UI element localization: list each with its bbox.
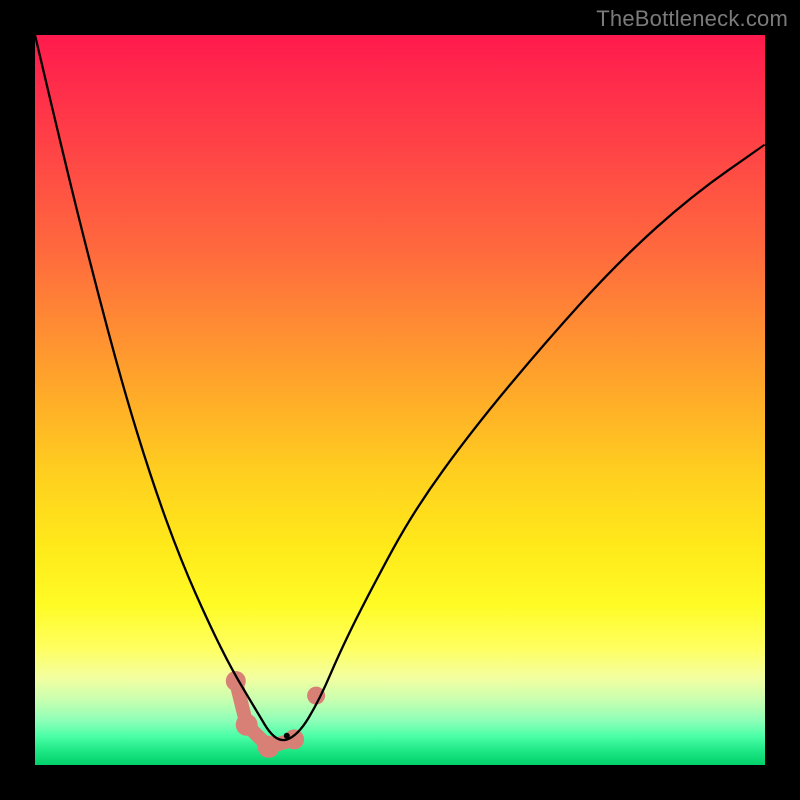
dot-left-lower	[236, 714, 258, 736]
curve-layer	[35, 35, 765, 765]
watermark-text: TheBottleneck.com	[596, 6, 788, 32]
plot-area	[35, 35, 765, 765]
outer-frame: TheBottleneck.com	[0, 0, 800, 800]
mismatch-curve	[35, 35, 765, 740]
